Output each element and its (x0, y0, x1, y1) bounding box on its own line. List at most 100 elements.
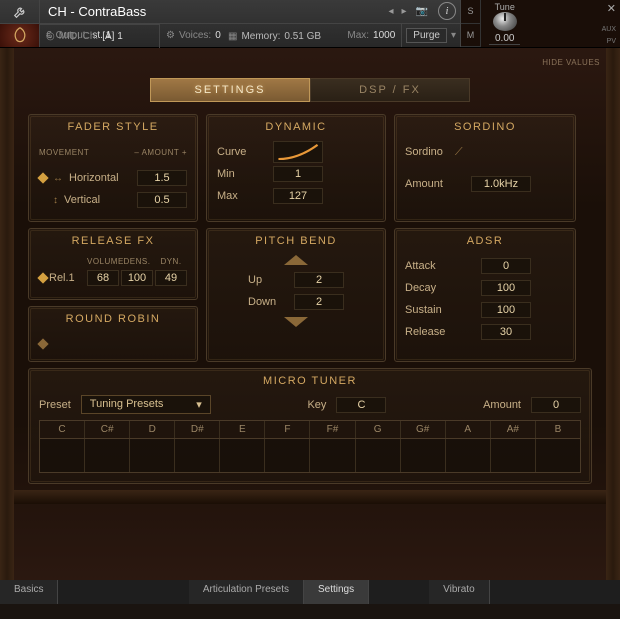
micro-tuner-panel: MICRO TUNER Preset Tuning Presets ▾ Key … (28, 368, 592, 484)
curve-label: Curve (217, 146, 267, 158)
hide-values-toggle[interactable]: HIDE VALUES (542, 58, 600, 67)
header-right: S M Tune 0.00 ✕ AUX PV (460, 0, 620, 47)
tuner-slider-strip[interactable] (39, 439, 581, 473)
release-fx-title: RELEASE FX (39, 235, 187, 247)
key-ds: D# (175, 421, 220, 438)
next-arrow-icon[interactable]: ▸ (399, 6, 410, 17)
header-left-col (0, 0, 40, 47)
tune-knob[interactable] (493, 12, 517, 31)
midi-value[interactable]: [A] 1 (102, 31, 123, 42)
wrench-icon[interactable] (0, 0, 39, 24)
snapshot-icon[interactable]: 📷 (416, 6, 428, 17)
kontakt-header: CH - ContraBass ◂ ▸ 📷 i € Output: st. 1 … (0, 0, 620, 48)
btab-articulation[interactable]: Articulation Presets (189, 580, 304, 604)
tune-section: Tune 0.00 (481, 0, 528, 47)
pitch-down-label: Down (248, 296, 288, 308)
pitch-up-arrow-icon[interactable] (284, 255, 308, 265)
btab-basics[interactable]: Basics (0, 580, 58, 604)
key-as: A# (491, 421, 536, 438)
key-c: C (40, 421, 85, 438)
tune-label: Tune (495, 2, 515, 12)
prev-next-nav: ◂ ▸ (385, 6, 409, 17)
purge-chevron-icon[interactable]: ▾ (451, 30, 456, 41)
max-label: Max: (347, 30, 369, 41)
instrument-name: CH - ContraBass (40, 4, 385, 19)
fader-style-panel: FADER STYLE MOVEMENT – AMOUNT + ↔ Horizo… (28, 114, 198, 222)
release-value[interactable]: 30 (481, 324, 531, 340)
rel1-indicator-icon (37, 272, 48, 283)
pitch-down-arrow-icon[interactable] (284, 317, 308, 327)
tab-settings[interactable]: SETTINGS (150, 78, 310, 102)
instrument-logo (0, 24, 39, 47)
close-icon[interactable]: ✕ (607, 2, 616, 15)
horizontal-value[interactable]: 1.5 (137, 170, 187, 186)
pitch-up-value[interactable]: 2 (294, 272, 344, 288)
rel1-label[interactable]: Rel.1 (49, 272, 85, 284)
attack-label: Attack (405, 260, 475, 272)
purge-button[interactable]: Purge (406, 28, 447, 43)
tune-value[interactable]: 0.00 (489, 33, 520, 45)
dynamic-min-value[interactable]: 1 (273, 166, 323, 182)
key-fs: F# (310, 421, 355, 438)
dynamic-max-value[interactable]: 127 (273, 188, 323, 204)
micro-amount-value[interactable]: 0 (531, 397, 581, 413)
vertical-value[interactable]: 0.5 (137, 192, 187, 208)
sordino-title: SORDINO (405, 121, 565, 133)
rel-dens-value[interactable]: 100 (121, 270, 153, 286)
pitch-bend-title: PITCH BEND (217, 235, 375, 247)
micro-tuner-title: MICRO TUNER (39, 375, 581, 387)
mute-button[interactable]: M (461, 24, 480, 48)
sustain-value[interactable]: 100 (481, 302, 531, 318)
pitch-up-label: Up (248, 274, 288, 286)
attack-value[interactable]: 0 (481, 258, 531, 274)
voices-value: 0 (215, 30, 221, 41)
preset-dropdown[interactable]: Tuning Presets ▾ (81, 395, 211, 414)
main-area: HIDE VALUES SETTINGS DSP / FX FADER STYL… (0, 48, 620, 581)
sordino-amount-label: Amount (405, 178, 465, 190)
info-icon[interactable]: i (438, 2, 456, 20)
rel-volume-value[interactable]: 68 (87, 270, 119, 286)
horizontal-arrow-icon: ↔ (53, 173, 63, 184)
key-cs: C# (85, 421, 130, 438)
horizontal-label[interactable]: Horizontal (69, 172, 131, 184)
memory-value: 0.51 GB (284, 31, 321, 42)
round-robin-panel: ROUND ROBIN (28, 306, 198, 362)
dens-sublabel: DENS. (121, 257, 153, 266)
sordino-amount-value[interactable]: 1.0kHz (471, 176, 531, 192)
key-e: E (220, 421, 265, 438)
key-label: Key (307, 399, 326, 411)
prev-arrow-icon[interactable]: ◂ (385, 6, 396, 17)
key-value[interactable]: C (336, 397, 386, 413)
fader-style-title: FADER STYLE (39, 121, 187, 133)
micro-amount-label: Amount (483, 399, 521, 411)
max-value[interactable]: 1000 (373, 30, 395, 41)
release-label: Release (405, 326, 475, 338)
preset-label: Preset (39, 399, 71, 411)
pitch-down-value[interactable]: 2 (294, 294, 344, 310)
volume-sublabel: VOLUME (87, 257, 119, 266)
solo-button[interactable]: S (461, 0, 480, 24)
btab-settings[interactable]: Settings (304, 580, 369, 604)
key-b: B (536, 421, 580, 438)
key-f: F (265, 421, 310, 438)
rel-dyn-value[interactable]: 49 (155, 270, 187, 286)
decay-value[interactable]: 100 (481, 280, 531, 296)
release-fx-panel: RELEASE FX VOLUME DENS. DYN. Rel.1 68 10… (28, 228, 198, 300)
round-robin-toggle-icon[interactable] (37, 338, 48, 349)
min-label: Min (217, 168, 267, 180)
vertical-label[interactable]: Vertical (64, 194, 131, 206)
movement-sublabel: MOVEMENT (39, 148, 89, 157)
sordino-toggle-icon[interactable]: ⟋ (455, 146, 463, 159)
top-tabs: SETTINGS DSP / FX (0, 48, 620, 102)
tab-dspfx[interactable]: DSP / FX (310, 78, 470, 102)
btab-vibrato[interactable]: Vibrato (429, 580, 490, 604)
horizontal-indicator-icon (37, 172, 48, 183)
key-d: D (130, 421, 175, 438)
dyn-sublabel: DYN. (155, 257, 187, 266)
header-mid: CH - ContraBass ◂ ▸ 📷 i € Output: st. 1 … (40, 0, 460, 47)
vertical-arrow-icon: ↕ (53, 195, 58, 206)
sordino-label: Sordino (405, 146, 443, 158)
key-g: G (356, 421, 401, 438)
key-gs: G# (401, 421, 446, 438)
curve-display[interactable] (273, 141, 323, 163)
